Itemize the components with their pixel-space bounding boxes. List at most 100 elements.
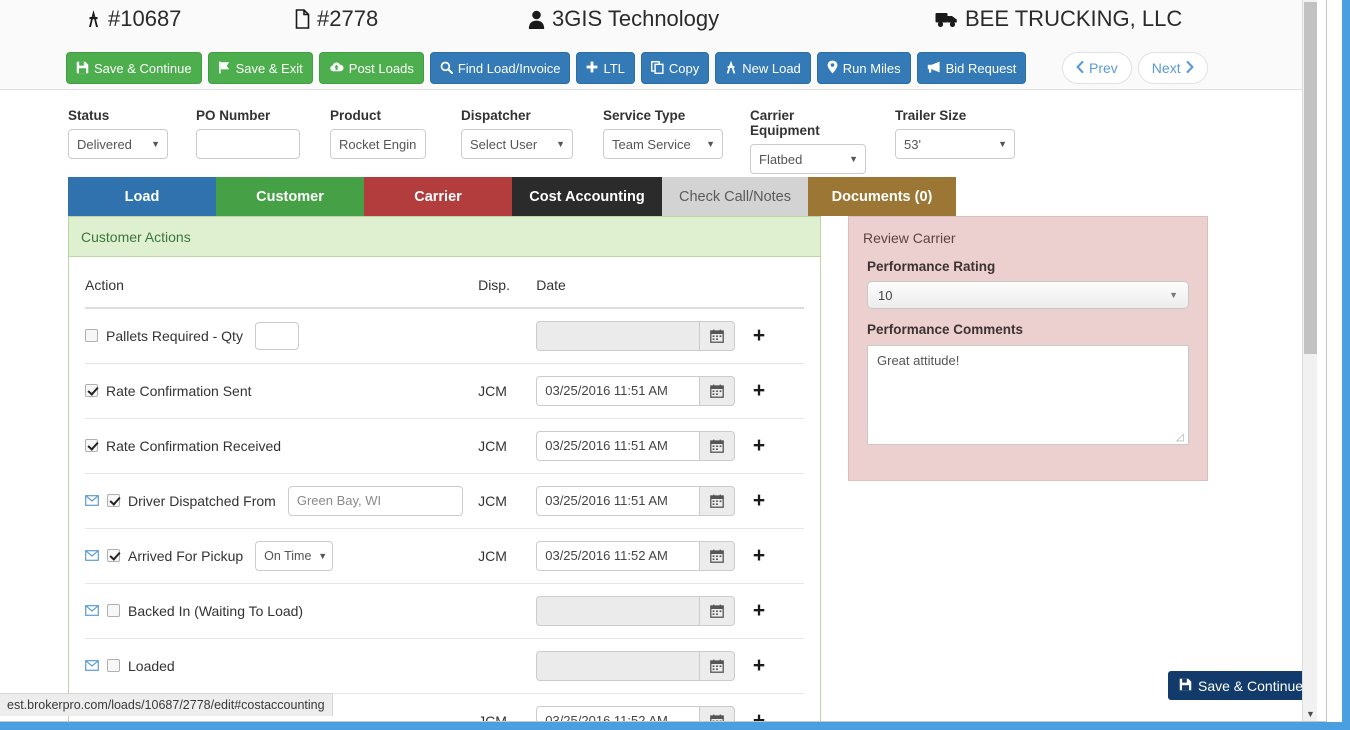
add-row-button[interactable]: + <box>749 655 765 676</box>
scrollbar-down-arrow-icon[interactable]: ▼ <box>1303 710 1318 719</box>
user-icon <box>528 10 545 29</box>
find-load-invoice-label: Find Load/Invoice <box>457 60 561 76</box>
product-input[interactable]: Rocket Engines <box>330 129 426 159</box>
date-input[interactable] <box>536 595 700 626</box>
tab-cost-accounting[interactable]: Cost Accounting <box>512 177 662 216</box>
load-filters-row: Status Delivered ▼ PO Number Product Roc… <box>0 108 1311 174</box>
table-row: Backed In (Waiting To Load) + <box>85 582 804 638</box>
copy-icon <box>650 60 664 76</box>
trailer-size-select[interactable]: 53' ▼ <box>895 129 1015 159</box>
row-checkbox[interactable] <box>107 549 120 562</box>
date-input[interactable]: 03/25/2016 11:51 AM <box>536 375 700 406</box>
date-input[interactable]: 03/25/2016 11:51 AM <box>536 485 700 516</box>
row-checkbox[interactable] <box>107 659 120 672</box>
page-scrollbar[interactable]: ▼ <box>1302 0 1318 721</box>
add-row-button[interactable]: + <box>749 435 765 456</box>
performance-rating-value: 10 <box>878 287 893 303</box>
date-input[interactable]: 03/25/2016 11:52 AM <box>536 705 700 721</box>
add-row-button[interactable]: + <box>749 710 765 721</box>
arrival-status-select[interactable]: On Time ▼ <box>255 540 334 571</box>
date-input[interactable]: 03/25/2016 11:52 AM <box>536 540 700 571</box>
save-and-continue-button[interactable]: Save & Continue <box>66 52 202 84</box>
pallets-qty-input[interactable] <box>254 321 299 350</box>
add-row-button[interactable]: + <box>749 380 765 401</box>
find-load-invoice-button[interactable]: Find Load/Invoice <box>429 52 571 84</box>
row-checkbox[interactable] <box>85 329 98 343</box>
tab-customer[interactable]: Customer <box>216 177 364 216</box>
field-service-type: Service Type Team Service ▼ <box>603 108 723 159</box>
anchor-icon <box>86 9 101 29</box>
calendar-icon[interactable] <box>699 430 736 461</box>
column-header-date: Date <box>536 257 749 309</box>
disp-value: JCM <box>478 472 537 528</box>
bid-request-button[interactable]: Bid Request <box>916 52 1027 84</box>
envelope-icon[interactable] <box>85 550 99 561</box>
calendar-icon[interactable] <box>699 320 736 351</box>
new-load-button[interactable]: New Load <box>715 52 811 84</box>
row-checkbox[interactable] <box>107 604 120 617</box>
prev-button[interactable]: Prev <box>1062 52 1132 84</box>
service-type-select[interactable]: Team Service ▼ <box>603 129 723 159</box>
row-checkbox[interactable] <box>85 439 98 452</box>
load-number-text: #10687 <box>108 6 182 31</box>
envelope-icon[interactable] <box>85 495 99 506</box>
file-icon <box>295 9 310 29</box>
calendar-icon[interactable] <box>699 375 736 406</box>
action-label: Pallets Required - Qty <box>106 327 243 344</box>
add-row-button[interactable]: + <box>749 545 765 566</box>
tab-carrier[interactable]: Carrier <box>364 177 512 216</box>
service-type-value: Team Service <box>612 136 691 152</box>
post-loads-button[interactable]: Post Loads <box>318 52 424 84</box>
action-label: Backed In (Waiting To Load) <box>128 602 304 619</box>
add-row-button[interactable]: + <box>749 325 765 346</box>
tab-customer-label: Customer <box>256 188 324 205</box>
row-checkbox[interactable] <box>85 384 98 397</box>
column-header-action: Action <box>85 257 479 309</box>
row-checkbox[interactable] <box>107 494 120 507</box>
performance-comments-textarea[interactable]: Great attitude! ◿ <box>867 345 1189 445</box>
field-trailer-size: Trailer Size 53' ▼ <box>895 108 1015 159</box>
next-button[interactable]: Next <box>1137 52 1208 84</box>
chevron-down-icon: ▼ <box>1169 290 1178 300</box>
status-select[interactable]: Delivered ▼ <box>68 129 168 159</box>
action-label: Loaded <box>128 657 175 674</box>
calendar-icon[interactable] <box>699 650 736 681</box>
field-product: Product Rocket Engines <box>330 108 426 159</box>
tab-documents[interactable]: Documents (0) <box>808 177 956 216</box>
run-miles-button[interactable]: Run Miles <box>816 52 911 84</box>
calendar-icon[interactable] <box>699 540 736 571</box>
po-number-input[interactable] <box>196 129 300 159</box>
add-row-button[interactable]: + <box>749 490 765 511</box>
browser-window: #10687 #2778 3GIS Technology BEE TRUCKIN… <box>0 0 1350 730</box>
date-input[interactable]: 03/25/2016 11:51 AM <box>536 430 700 461</box>
status-value: Delivered <box>77 136 132 152</box>
performance-rating-select[interactable]: 10 ▼ <box>867 281 1189 309</box>
table-row: Arrived For Pickup On Time ▼ JCM 03/25/2… <box>85 527 804 583</box>
search-icon <box>440 61 453 76</box>
add-row-button[interactable]: + <box>749 600 765 621</box>
date-input[interactable] <box>536 650 700 681</box>
dispatcher-select[interactable]: Select User ▼ <box>461 129 573 159</box>
scrollbar-thumb[interactable] <box>1304 2 1317 354</box>
calendar-icon[interactable] <box>699 705 736 721</box>
save-and-continue-floating-button[interactable]: Save & Continue <box>1168 671 1315 700</box>
dispatch-location-input[interactable]: Green Bay, WI <box>287 485 463 516</box>
tab-check-call-notes[interactable]: Check Call/Notes <box>662 177 808 216</box>
cloud-upload-icon <box>329 61 344 75</box>
column-header-add <box>748 257 804 309</box>
action-label: Arrived For Pickup <box>128 547 244 564</box>
window-right-edge <box>1342 0 1350 730</box>
date-input[interactable] <box>536 320 700 351</box>
envelope-icon[interactable] <box>85 605 99 616</box>
resize-grip-icon[interactable]: ◿ <box>1176 433 1186 443</box>
tab-load[interactable]: Load <box>68 177 216 216</box>
save-and-exit-button[interactable]: Save & Exit <box>207 52 313 84</box>
calendar-icon[interactable] <box>699 485 736 516</box>
disp-value <box>478 637 537 693</box>
ltl-button[interactable]: LTL <box>576 52 635 84</box>
table-row: Driver Dispatched From Green Bay, WI JCM… <box>85 472 804 528</box>
envelope-icon[interactable] <box>85 660 99 671</box>
calendar-icon[interactable] <box>699 595 736 626</box>
carrier-equipment-select[interactable]: Flatbed ▼ <box>750 144 866 174</box>
copy-button[interactable]: Copy <box>640 52 710 84</box>
